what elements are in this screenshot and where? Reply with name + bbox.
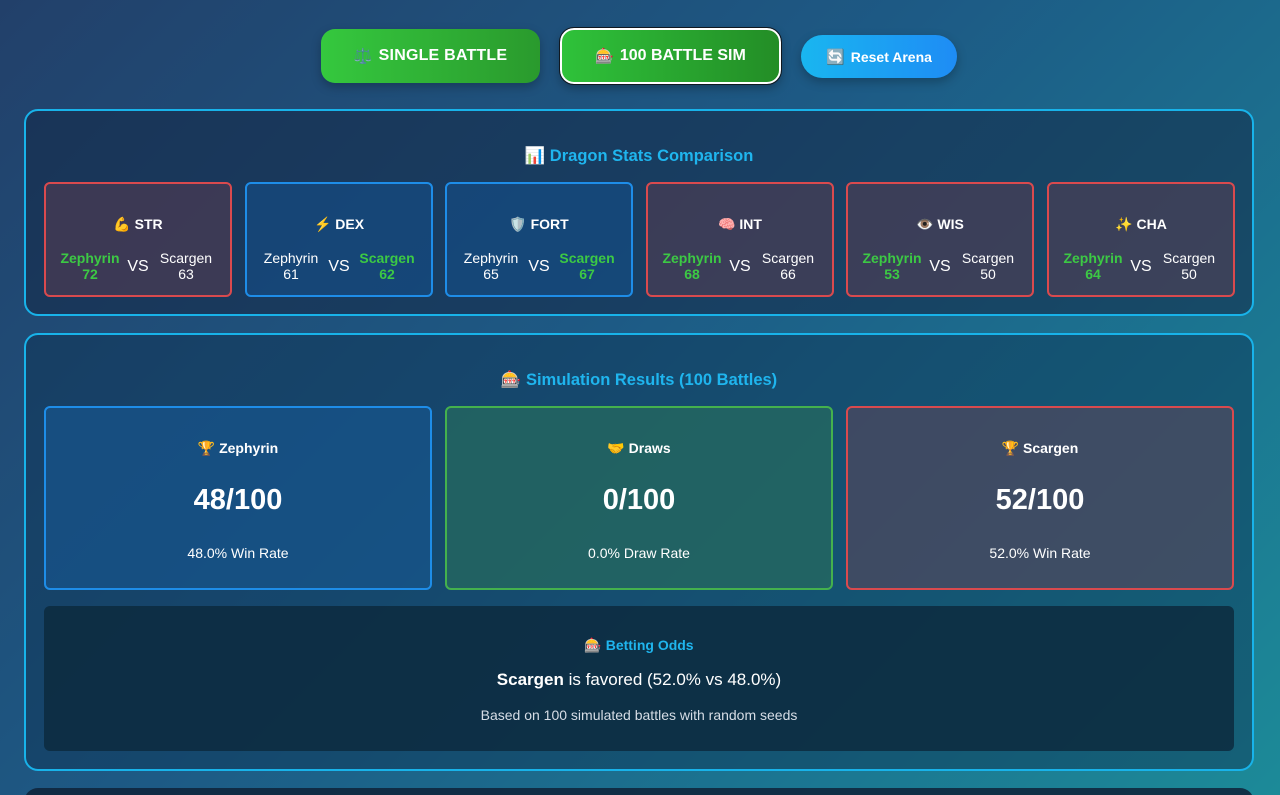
left-dragon-stat: Zephyrin 53: [852, 250, 932, 282]
simulation-panel-title: 🎰 Simulation Results (100 Battles): [500, 371, 778, 389]
left-dragon-name: Zephyrin: [60, 250, 120, 266]
left-dragon-value: 72: [82, 266, 98, 282]
left-dragon-value: 65: [483, 266, 499, 282]
stat-comparison-row: VS Zephyrin 68 Scargen 66: [648, 250, 832, 284]
right-dragon-value: 67: [579, 266, 595, 282]
betting-odds-note: Based on 100 simulated battles with rand…: [480, 707, 798, 723]
result-rate: 0.0% Draw Rate: [588, 545, 690, 561]
right-dragon-stat: Scargen 50: [1149, 250, 1229, 282]
left-dragon-stat: Zephyrin 65: [451, 250, 531, 282]
left-dragon-name: Zephyrin: [1063, 250, 1123, 266]
right-dragon-name: Scargen: [1162, 250, 1216, 266]
stat-name: 🧠 INT: [718, 216, 762, 232]
right-dragon-name: Scargen: [559, 250, 615, 266]
stat-name: 👁️ WIS: [916, 216, 964, 232]
stat-comparison-row: VS Zephyrin 64 Scargen 50: [1049, 250, 1233, 284]
stat-comparison-row: VS Zephyrin 72 Scargen 63: [46, 250, 230, 284]
scales-icon: ⚖️: [353, 48, 373, 65]
next-panel: [24, 788, 1254, 795]
stats-panel-title: 📊 Dragon Stats Comparison: [524, 147, 754, 165]
right-dragon-stat: Scargen 66: [748, 250, 828, 282]
right-dragon-stat: Scargen 50: [948, 250, 1028, 282]
stat-comparison-row: VS Zephyrin 53 Scargen 50: [848, 250, 1032, 284]
reset-arena-label: Reset Arena: [850, 48, 932, 65]
stat-name: ✨ CHA: [1115, 216, 1167, 232]
left-dragon-value: 68: [684, 266, 700, 282]
left-dragon-stat: Zephyrin 64: [1053, 250, 1133, 282]
favored-text: is favored (52.0% vs 48.0%): [563, 670, 782, 689]
left-dragon-name: Zephyrin: [862, 250, 922, 266]
stat-card: ✨ CHA VS Zephyrin 64 Scargen 50: [1047, 182, 1235, 297]
battle-sim-label: 100 BATTLE SIM: [619, 47, 746, 64]
simulation-results-panel: 🎰 Simulation Results (100 Battles) 🏆 Zep…: [24, 333, 1254, 771]
stat-card: 💪 STR VS Zephyrin 72 Scargen 63: [44, 182, 232, 297]
betting-odds-summary: Scargen is favored (52.0% vs 48.0%): [44, 670, 1234, 690]
result-score: 0/100: [602, 484, 676, 516]
left-dragon-stat: Zephyrin 68: [652, 250, 732, 282]
favorite-name: Scargen: [496, 670, 564, 689]
single-battle-label: SINGLE BATTLE: [378, 47, 508, 64]
left-dragon-name: Zephyrin: [263, 250, 319, 266]
result-card-draws: 🤝 Draws 0/100 0.0% Draw Rate: [445, 406, 833, 590]
right-dragon-name: Scargen: [359, 250, 415, 266]
stat-card: 👁️ WIS VS Zephyrin 53 Scargen 50: [846, 182, 1034, 297]
left-dragon-stat: Zephyrin 72: [50, 250, 130, 282]
stat-comparison-row: VS Zephyrin 65 Scargen 67: [447, 250, 631, 284]
betting-odds-box: 🎰 Betting Odds Scargen is favored (52.0%…: [44, 606, 1234, 751]
left-dragon-value: 53: [884, 266, 900, 282]
right-dragon-name: Scargen: [761, 250, 815, 266]
betting-odds-title: 🎰 Betting Odds: [584, 637, 694, 653]
right-dragon-value: 63: [178, 266, 194, 282]
stats-comparison-panel: 📊 Dragon Stats Comparison 💪 STR VS Zephyri…: [24, 109, 1254, 316]
right-dragon-value: 50: [980, 266, 996, 282]
result-label: 🏆 Zephyrin: [197, 440, 279, 456]
result-card-zephyrin: 🏆 Zephyrin 48/100 48.0% Win Rate: [44, 406, 432, 590]
right-dragon-value: 66: [780, 266, 796, 282]
left-dragon-stat: Zephyrin 61: [251, 250, 331, 282]
left-dragon-name: Zephyrin: [662, 250, 722, 266]
result-score: 52/100: [995, 484, 1085, 516]
right-dragon-stat: Scargen 67: [547, 250, 627, 282]
stat-name: 🛡️ FORT: [509, 216, 569, 232]
reset-arena-button[interactable]: 🔄 Reset Arena: [801, 35, 957, 78]
result-label: 🏆 Scargen: [1001, 440, 1079, 456]
right-dragon-value: 50: [1181, 266, 1197, 282]
result-rate: 52.0% Win Rate: [989, 545, 1091, 561]
stat-card: ⚡ DEX VS Zephyrin 61 Scargen 62: [245, 182, 433, 297]
result-score: 48/100: [193, 484, 283, 516]
stat-card: 🧠 INT VS Zephyrin 68 Scargen 66: [646, 182, 834, 297]
action-toolbar: ⚖️ SINGLE BATTLE 🎰 100 BATTLE SIM 🔄 Rese…: [0, 27, 1280, 85]
result-card-scargen: 🏆 Scargen 52/100 52.0% Win Rate: [846, 406, 1234, 590]
right-dragon-value: 62: [379, 266, 395, 282]
stat-name: 💪 STR: [113, 216, 163, 232]
right-dragon-stat: Scargen 63: [146, 250, 226, 282]
result-rate: 48.0% Win Rate: [187, 545, 289, 561]
right-dragon-name: Scargen: [961, 250, 1015, 266]
refresh-icon: 🔄: [826, 48, 845, 66]
right-dragon-name: Scargen: [159, 250, 213, 266]
right-dragon-stat: Scargen 62: [347, 250, 427, 282]
stat-name: ⚡ DEX: [313, 216, 365, 232]
left-dragon-value: 61: [283, 266, 299, 282]
result-label: 🤝 Draws: [607, 440, 671, 456]
stat-card: 🛡️ FORT VS Zephyrin 65 Scargen 67: [445, 182, 633, 297]
single-battle-button[interactable]: ⚖️ SINGLE BATTLE: [321, 29, 540, 83]
left-dragon-value: 64: [1085, 266, 1101, 282]
stat-comparison-row: VS Zephyrin 61 Scargen 62: [247, 250, 431, 284]
left-dragon-name: Zephyrin: [463, 250, 519, 266]
slot-machine-icon: 🎰: [595, 48, 614, 65]
battle-sim-button[interactable]: 🎰 100 BATTLE SIM: [559, 27, 782, 85]
